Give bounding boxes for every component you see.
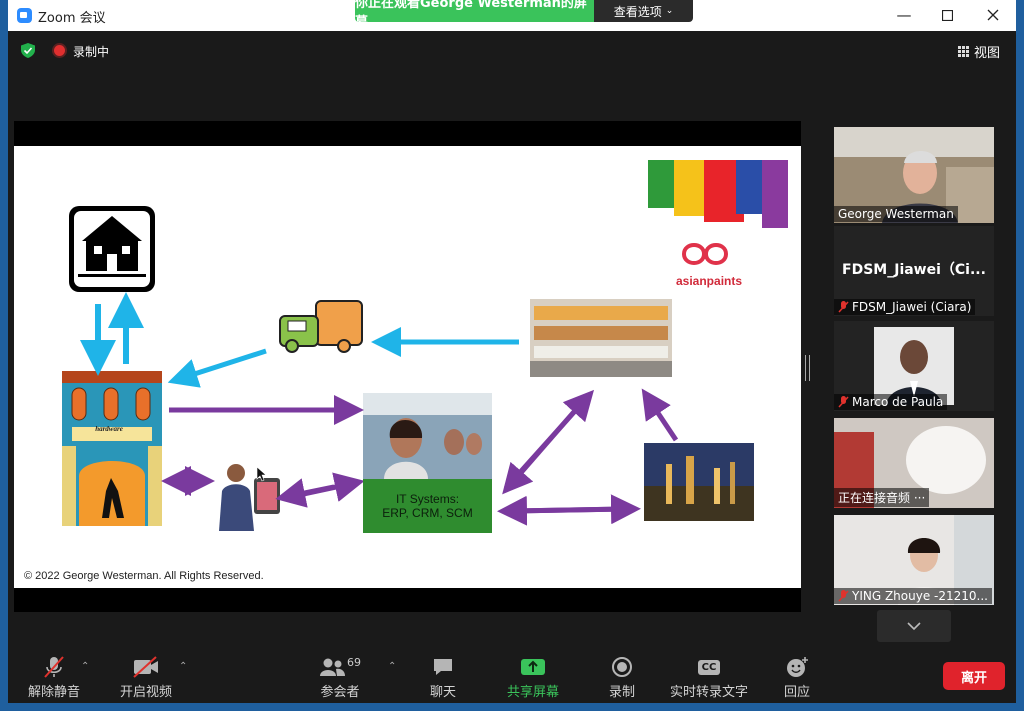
window-title: Zoom 会议 — [38, 11, 106, 26]
logo-text: asianpaints — [676, 274, 743, 288]
participants-button[interactable]: 69 参会者 — [319, 656, 361, 700]
slide-copyright: © 2022 George Westerman. All Rights Rese… — [24, 570, 264, 582]
warehouse-photo — [530, 299, 672, 377]
share-screen-icon — [520, 656, 546, 678]
participant-display-name: FDSM_Jiawei（Ci... — [842, 262, 986, 278]
microphone-muted-icon — [838, 396, 849, 408]
video-muted-icon — [132, 656, 160, 678]
screen-share-banner: 你正在观看George Westerman的屏幕 — [355, 0, 594, 30]
panel-resize-handle[interactable] — [805, 355, 810, 381]
recording-icon — [54, 45, 65, 56]
maximize-icon[interactable] — [927, 4, 967, 26]
record-label: 录制 — [609, 685, 636, 700]
hardware-store-icon — [62, 371, 162, 526]
participants-options-caret-icon[interactable]: ⌃ — [388, 661, 396, 672]
participant-name: FDSM_Jiawei (Ciara) — [852, 300, 972, 314]
it-systems-line-2: ERP, CRM, SCM — [382, 506, 473, 520]
chat-button[interactable]: 聊天 — [430, 656, 456, 700]
reactions-button[interactable]: 回应 — [784, 656, 810, 700]
participant-tile[interactable]: FDSM_Jiawei（Ci... FDSM_Jiawei (Ciara) — [834, 226, 994, 316]
minimize-icon[interactable]: — — [884, 4, 924, 26]
participant-tile[interactable]: YING Zhouye -21210... — [834, 515, 994, 605]
zoom-window: Zoom 会议 — 你正在观看George Westerman的屏幕 查看选项 … — [8, 0, 1016, 703]
audio-options-caret-icon[interactable]: ⌃ — [81, 661, 89, 672]
participant-name-tag: George Westerman — [834, 206, 958, 222]
delivery-truck-icon — [279, 300, 363, 353]
participant-tile[interactable]: George Westerman — [834, 127, 994, 223]
chevron-down-icon — [907, 621, 921, 630]
view-options-button[interactable]: 查看选项 ⌄ — [594, 0, 693, 22]
view-label: 视图 — [974, 46, 1001, 61]
video-options-caret-icon[interactable]: ⌃ — [179, 661, 187, 672]
meeting-toolbar: 解除静音 ⌃ 开启视频 ⌃ 69 参会者 ⌃ 聊天 共享屏幕 录制 CC 实时转… — [8, 647, 1016, 703]
close-icon[interactable] — [973, 4, 1013, 26]
start-video-label: 开启视频 — [120, 685, 173, 700]
record-icon — [611, 656, 633, 678]
businessman-with-tablet-icon — [219, 464, 280, 531]
emoji-reaction-icon — [785, 656, 809, 678]
it-systems-label: IT Systems: ERP, CRM, SCM — [363, 479, 492, 533]
participant-name: George Westerman — [838, 207, 954, 221]
leave-meeting-button[interactable]: 离开 — [943, 662, 1005, 690]
grid-view-icon — [958, 46, 969, 57]
live-transcript-label: 实时转录文字 — [670, 685, 749, 700]
participant-name-tag: Marco de Paula — [834, 394, 948, 410]
participants-label: 参会者 — [320, 685, 360, 700]
unmute-label: 解除静音 — [28, 685, 81, 700]
recording-label: 录制中 — [73, 45, 110, 59]
presentation-slide: asianpaints hardware IT Systems: ERP, CR… — [14, 146, 801, 588]
it-systems-line-1: IT Systems: — [395, 492, 460, 506]
chat-icon — [432, 656, 454, 678]
chat-label: 聊天 — [430, 685, 457, 700]
shield-icon[interactable] — [21, 43, 35, 58]
asian-paints-logo — [648, 160, 788, 265]
participant-name-tag: FDSM_Jiawei (Ciara) — [834, 299, 976, 315]
zoom-logo-icon — [17, 8, 32, 23]
participant-tile[interactable]: 正在连接音频 ··· — [834, 418, 994, 508]
view-options-label: 查看选项 — [613, 4, 662, 19]
live-transcript-button[interactable]: CC 实时转录文字 — [670, 656, 748, 700]
participant-tile[interactable]: Marco de Paula — [834, 321, 994, 411]
chevron-down-icon: ⌄ — [665, 6, 674, 16]
share-screen-label: 共享屏幕 — [507, 685, 560, 700]
start-video-button[interactable]: 开启视频 — [120, 656, 172, 700]
participants-icon — [320, 658, 345, 676]
share-screen-button[interactable]: 共享屏幕 — [507, 656, 559, 700]
closed-captions-icon: CC — [697, 656, 721, 678]
microphone-muted-icon — [838, 301, 849, 313]
microphone-muted-icon — [838, 590, 849, 602]
store-sign-text: hardware — [95, 425, 123, 433]
shared-screen-area[interactable]: asianpaints hardware IT Systems: ERP, CR… — [14, 121, 801, 612]
view-button[interactable]: 视图 — [958, 42, 1000, 61]
closed-captions-icon-text: CC — [697, 659, 721, 675]
call-center-photo — [363, 393, 492, 479]
more-participants-button[interactable] — [877, 610, 951, 642]
participant-name: YING Zhouye -21210... — [852, 589, 988, 603]
participants-count: 69 — [347, 656, 361, 669]
unmute-button[interactable]: 解除静音 — [28, 656, 80, 700]
participant-name: 正在连接音频 ··· — [838, 491, 926, 505]
microphone-muted-icon — [42, 656, 66, 678]
record-button[interactable]: 录制 — [609, 656, 635, 700]
participant-name-tag: 正在连接音频 ··· — [834, 488, 930, 507]
house-icon — [69, 206, 155, 292]
reactions-label: 回应 — [784, 685, 811, 700]
participant-name-tag: YING Zhouye -21210... — [834, 588, 992, 604]
refinery-photo — [644, 443, 754, 521]
participant-name: Marco de Paula — [852, 395, 944, 409]
